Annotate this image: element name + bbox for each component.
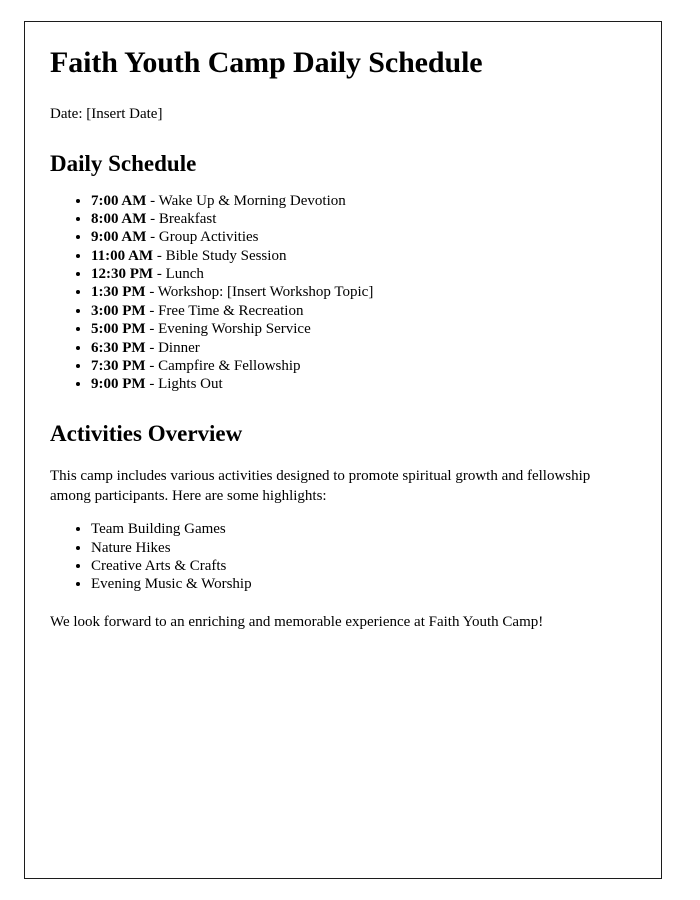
schedule-activity: - Evening Worship Service	[145, 321, 311, 338]
list-item: Nature Hikes	[91, 539, 643, 557]
list-item: 8:00 AM - Breakfast	[91, 210, 643, 228]
section-heading-daily-schedule: Daily Schedule	[50, 151, 197, 176]
date-line: Date: [Insert Date]	[50, 105, 163, 122]
list-item: 3:00 PM - Free Time & Recreation	[91, 302, 643, 320]
section-heading-activities-overview: Activities Overview	[50, 420, 243, 446]
schedule-activity: - Workshop: [Insert Workshop Topic]	[145, 284, 374, 301]
list-item: Team Building Games	[91, 520, 643, 538]
schedule-time: 7:30 PM	[91, 357, 146, 374]
schedule-time: 11:00 AM	[91, 247, 154, 264]
list-item: Evening Music & Worship	[91, 575, 643, 593]
schedule-time: 1:30 PM	[91, 284, 146, 301]
list-item: 7:00 AM - Wake Up & Morning Devotion	[91, 192, 643, 210]
list-item: 7:30 PM - Campfire & Fellowship	[91, 357, 643, 375]
schedule-time: 6:30 PM	[91, 339, 146, 356]
list-item: 6:30 PM - Dinner	[91, 339, 643, 357]
document-page-frame: Faith Youth Camp Daily Schedule Date: [I…	[24, 21, 662, 879]
list-item: 9:00 PM - Lights Out	[91, 375, 643, 393]
schedule-time: 7:00 AM	[91, 192, 147, 209]
document-body: Faith Youth Camp Daily Schedule Date: [I…	[50, 46, 643, 632]
schedule-time: 8:00 AM	[91, 210, 147, 227]
activities-intro-paragraph: This camp includes various activities de…	[50, 468, 591, 504]
schedule-activity: - Free Time & Recreation	[145, 302, 304, 319]
schedule-activity: - Group Activities	[146, 229, 259, 246]
schedule-activity: - Bible Study Session	[153, 247, 287, 264]
schedule-time: 12:30 PM	[91, 266, 154, 283]
schedule-activity: - Wake Up & Morning Devotion	[146, 192, 346, 209]
schedule-activity: - Campfire & Fellowship	[145, 357, 301, 374]
list-item: Creative Arts & Crafts	[91, 557, 643, 575]
schedule-time: 5:00 PM	[91, 321, 146, 338]
list-item: 11:00 AM - Bible Study Session	[91, 247, 643, 265]
schedule-activity: - Lights Out	[145, 376, 223, 393]
schedule-activity: - Dinner	[145, 339, 200, 356]
page-title: Faith Youth Camp Daily Schedule	[50, 46, 483, 79]
closing-paragraph: We look forward to an enriching and memo…	[50, 613, 544, 630]
schedule-time: 9:00 AM	[91, 229, 147, 246]
list-item: 9:00 AM - Group Activities	[91, 228, 643, 246]
list-item: 5:00 PM - Evening Worship Service	[91, 320, 643, 338]
list-item: 12:30 PM - Lunch	[91, 265, 643, 283]
schedule-activity: - Breakfast	[146, 210, 217, 227]
daily-schedule-list: 7:00 AM - Wake Up & Morning Devotion8:00…	[50, 192, 643, 394]
activities-highlights-list: Team Building GamesNature HikesCreative …	[50, 520, 643, 594]
schedule-time: 9:00 PM	[91, 376, 146, 393]
schedule-time: 3:00 PM	[91, 302, 146, 319]
schedule-activity: - Lunch	[153, 266, 204, 283]
list-item: 1:30 PM - Workshop: [Insert Workshop Top…	[91, 283, 643, 301]
